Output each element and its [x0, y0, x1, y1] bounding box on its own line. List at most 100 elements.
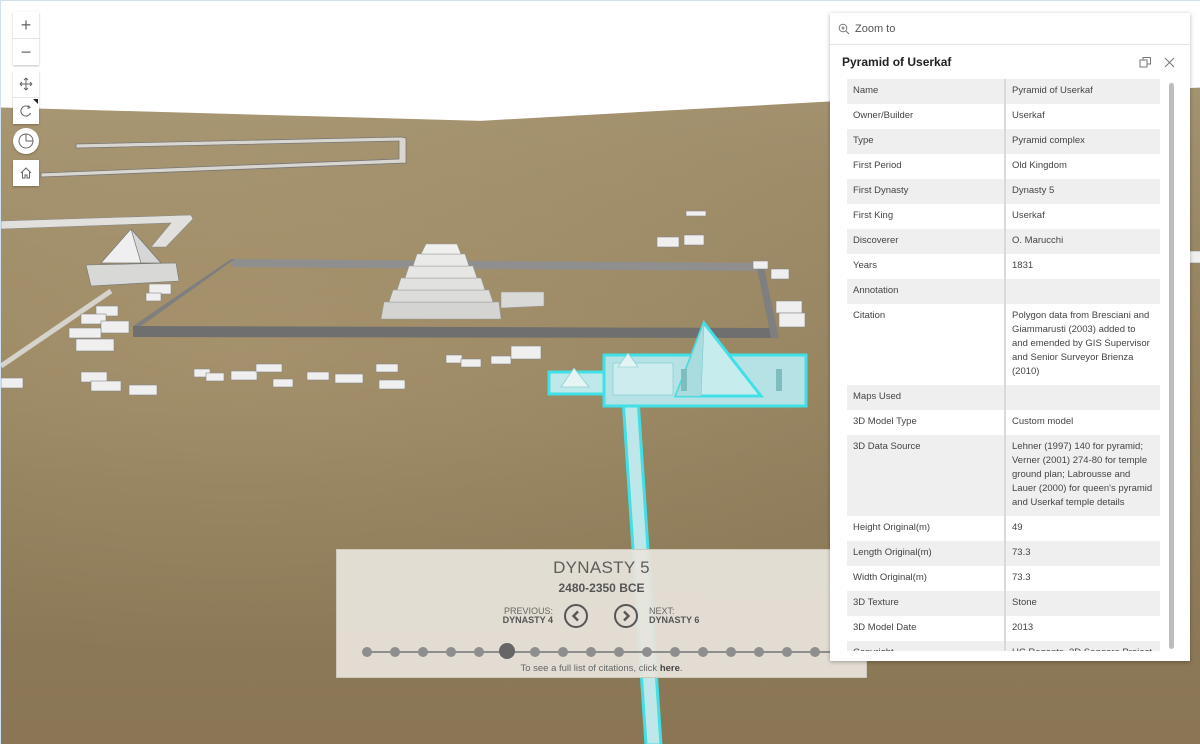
attribute-key: Owner/Builder — [847, 104, 1006, 129]
attribute-key: Length Original(m) — [847, 541, 1006, 566]
attribute-row: Owner/Builder Userkaf — [847, 104, 1160, 129]
attribute-value: 49 — [1012, 522, 1023, 533]
popup-scrollbar[interactable] — [1169, 83, 1174, 649]
attribute-key: 3D Texture — [847, 591, 1006, 616]
attribute-row: First Dynasty Dynasty 5 — [847, 179, 1160, 204]
attribute-key: Citation — [847, 304, 1006, 385]
timeline-dot[interactable] — [586, 647, 596, 657]
attribute-key: Type — [847, 129, 1006, 154]
previous-dynasty-label[interactable]: PREVIOUS: DYNASTY 4 — [503, 607, 553, 625]
scene-view[interactable]: + − DYNASTY 5 2480-2350 BCE PREVIOUS: DY… — [0, 0, 1200, 744]
attribute-row: Length Original(m) 73.3 — [847, 541, 1160, 566]
attribute-value: Stone — [1012, 597, 1037, 608]
attribute-value — [1005, 279, 1160, 304]
timeline-dot[interactable] — [530, 647, 540, 657]
dock-button[interactable] — [1136, 53, 1154, 71]
previous-dynasty-button[interactable] — [564, 604, 588, 628]
attribute-row: Width Original(m) 73.3 — [847, 566, 1160, 591]
attribute-row: Type Pyramid complex — [847, 129, 1160, 154]
timeline-dot[interactable] — [754, 647, 764, 657]
timeline-dot[interactable] — [362, 647, 372, 657]
timeline-dot[interactable] — [390, 647, 400, 657]
zoom-in-button[interactable]: + — [13, 12, 39, 38]
attribute-key: Discoverer — [847, 229, 1006, 254]
attribute-value: Custom model — [1012, 416, 1074, 427]
far-enclosure-wall — [40, 136, 407, 178]
active-mode-indicator — [33, 99, 38, 104]
timeline-dot[interactable] — [446, 647, 456, 657]
next-dynasty-button[interactable] — [614, 604, 638, 628]
previous-dynasty-name: DYNASTY 4 — [502, 615, 553, 625]
citations-text: To see a full list of citations, click — [520, 663, 660, 674]
zoom-out-button[interactable]: − — [13, 38, 39, 65]
timeline-track — [367, 651, 837, 653]
attribute-row: Height Original(m) 49 — [847, 516, 1160, 541]
attribute-row: Discoverer O. Marucchi — [847, 229, 1160, 254]
next-dynasty-name: DYNASTY 6 — [649, 615, 700, 625]
attribute-row: First King Userkaf — [847, 204, 1160, 229]
zoom-to-action[interactable]: Zoom to — [830, 13, 1190, 45]
attribute-key: 3D Data Source — [847, 435, 1006, 516]
home-control — [13, 160, 39, 186]
popup-scrollbar-thumb[interactable] — [1169, 83, 1174, 649]
timeline-dot[interactable] — [642, 647, 652, 657]
timeline-dot[interactable] — [782, 647, 792, 657]
citations-link[interactable]: here — [660, 663, 680, 674]
attribute-row: Citation Polygon data from Bresciani and … — [847, 304, 1160, 385]
home-icon — [20, 167, 32, 179]
zoom-in-magnifier-icon — [838, 23, 850, 34]
timeline-dot[interactable] — [474, 647, 484, 657]
timeline-dot[interactable] — [670, 647, 680, 657]
attribute-value — [1005, 385, 1160, 410]
attribute-key: Width Original(m) — [847, 566, 1006, 591]
navigation-mode-controls — [13, 71, 39, 124]
timeline-dot[interactable] — [418, 647, 428, 657]
timeline-dot[interactable] — [558, 647, 568, 657]
attribute-key: Maps Used — [847, 385, 1006, 410]
compass-icon — [18, 133, 34, 149]
dynasty-timeline-panel: DYNASTY 5 2480-2350 BCE PREVIOUS: DYNAST… — [336, 549, 867, 678]
timeline-dot[interactable] — [614, 647, 624, 657]
rotate-icon — [20, 105, 31, 117]
attribute-row: 3D Data Source Lehner (1997) 140 for pyra… — [847, 435, 1160, 516]
attribute-row: Name Pyramid of Userkaf — [847, 79, 1160, 104]
attribute-row: First Period Old Kingdom — [847, 154, 1160, 179]
dynasty-date-range: 2480-2350 BCE — [558, 581, 645, 595]
attribute-key: Height Original(m) — [847, 516, 1006, 541]
attribute-value: Pyramid complex — [1012, 135, 1085, 146]
timeline-dot[interactable] — [726, 647, 736, 657]
pyramid-of-userkaf-highlight[interactable] — [547, 319, 808, 744]
attribute-row: CopyrightUC Regents, 3D Saqqara Project — [847, 641, 1160, 651]
attribute-value: Userkaf — [1012, 210, 1045, 221]
attribute-value: 1831 — [1012, 260, 1034, 271]
next-dynasty-label[interactable]: NEXT: DYNASTY 6 — [649, 607, 699, 625]
chevron-left-icon — [571, 610, 579, 622]
attribute-key: 3D Model Date — [847, 616, 1006, 641]
close-button[interactable] — [1160, 53, 1178, 71]
attribute-value: Dynasty 5 — [1012, 185, 1055, 196]
attribute-value: 2013 — [1012, 622, 1034, 633]
attribute-key: First King — [847, 204, 1006, 229]
attribute-key: 3D Model Type — [847, 410, 1006, 435]
attribute-value: Lehner (1997) 140 for pyramid; Verner (2… — [1012, 441, 1153, 508]
timeline-dot-active[interactable] — [499, 643, 515, 659]
plus-icon: + — [20, 14, 32, 35]
move-icon — [19, 77, 33, 91]
attribute-key: Annotation — [847, 279, 1006, 304]
compass-button[interactable] — [13, 128, 39, 154]
timeline-dot[interactable] — [698, 647, 708, 657]
attribute-value: O. Marucchi — [1012, 235, 1064, 246]
pan-button[interactable] — [13, 71, 39, 97]
attribute-row: 3D Model Type Custom model — [847, 410, 1160, 435]
chevron-right-icon — [623, 610, 631, 622]
rotate-button[interactable] — [13, 97, 39, 124]
step-pyramid-of-djoser — [380, 243, 545, 320]
dynasty-title: DYNASTY 5 — [553, 558, 650, 577]
citations-note: To see a full list of citations, click h… — [337, 663, 866, 674]
zoom-controls: + − — [13, 12, 39, 65]
attribute-value: UC Regents, 3D Saqqara Project — [1005, 641, 1160, 651]
attribute-value: Userkaf — [1012, 110, 1045, 121]
home-button[interactable] — [13, 160, 39, 186]
attribute-row: Years 1831 — [847, 254, 1160, 279]
timeline-dot[interactable] — [810, 647, 820, 657]
